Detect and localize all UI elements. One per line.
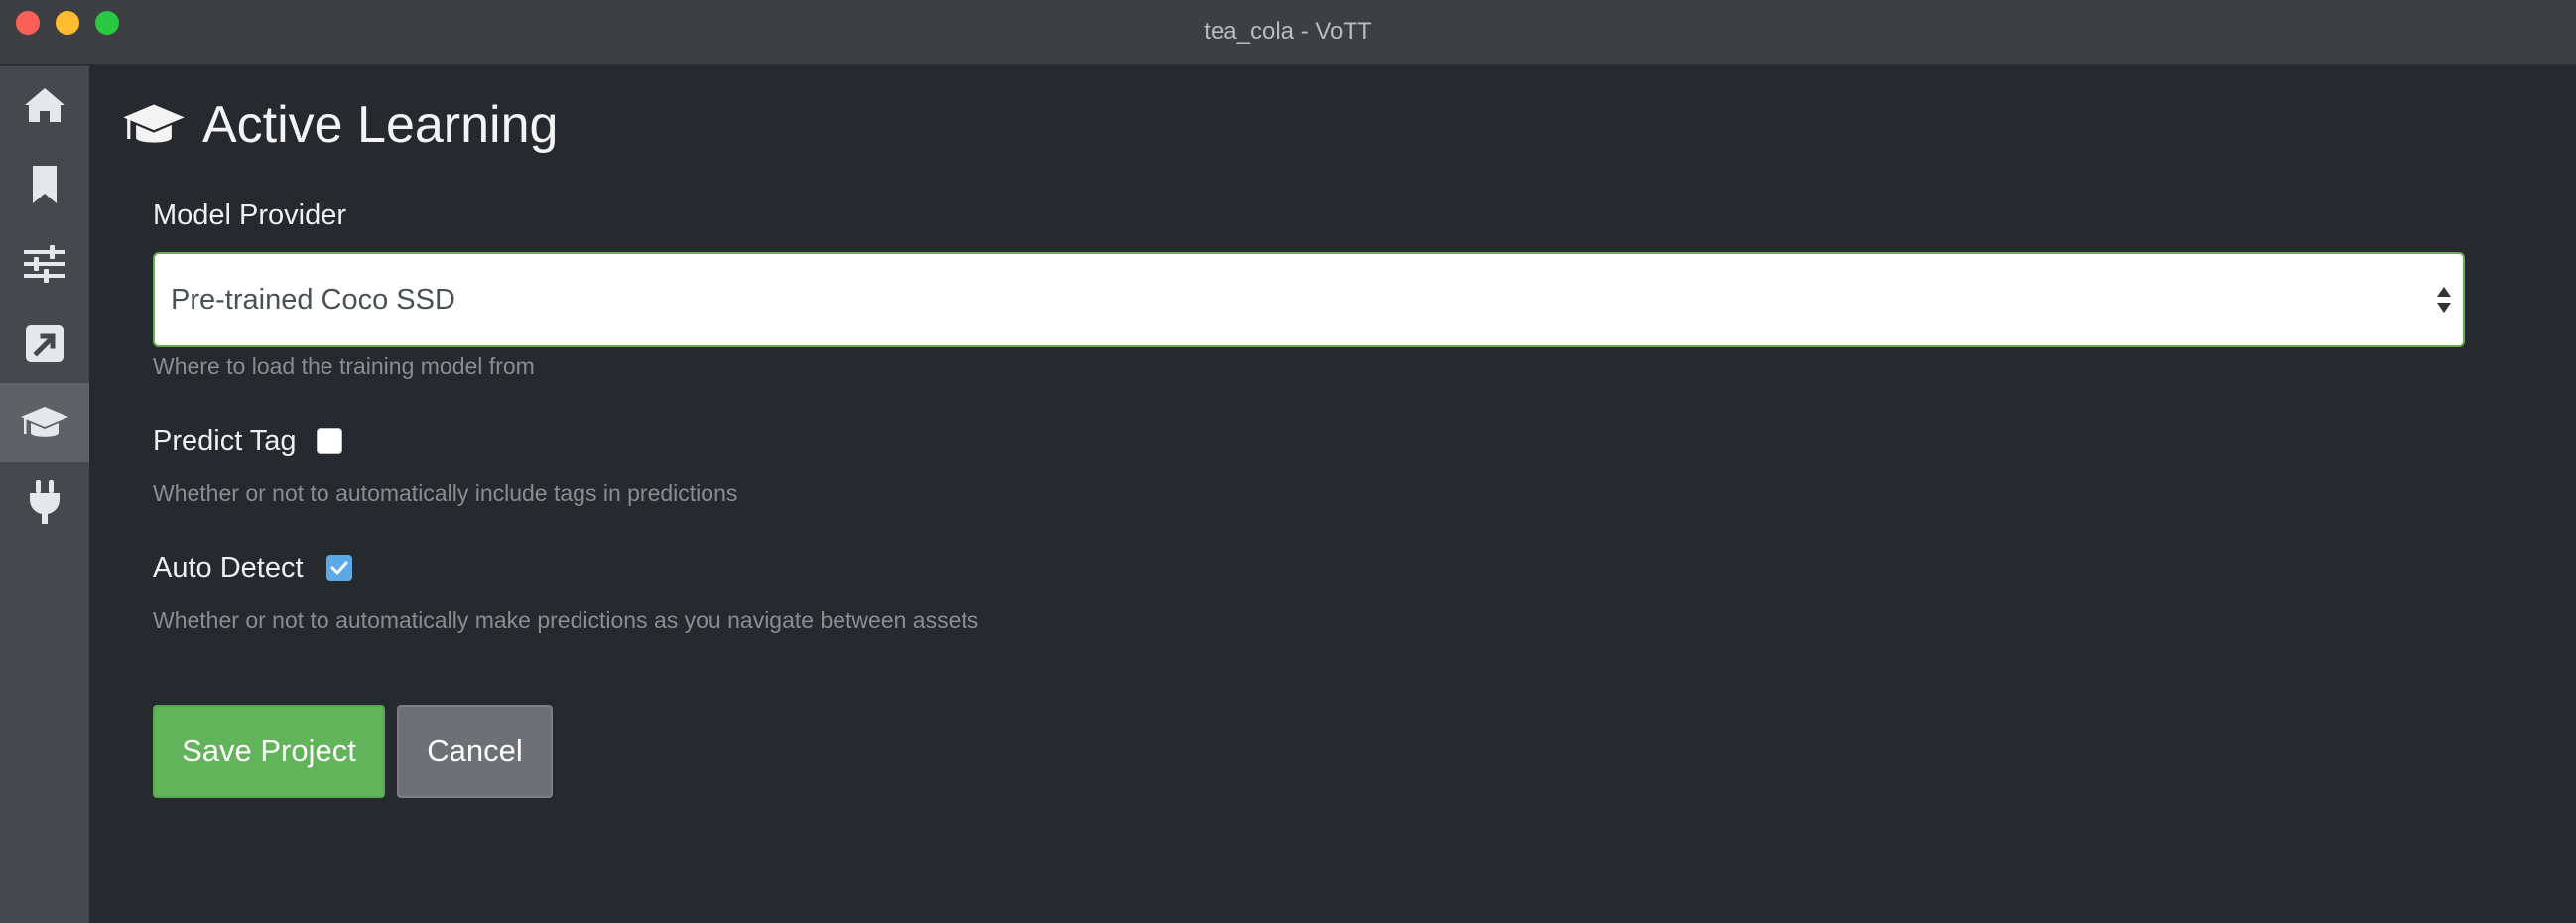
sidebar-item-home[interactable]: [0, 66, 89, 145]
model-provider-select[interactable]: Pre-trained Coco SSD: [153, 252, 2465, 347]
model-provider-value: Pre-trained Coco SSD: [171, 284, 455, 316]
sidebar: [0, 66, 89, 923]
cancel-button[interactable]: Cancel: [397, 705, 553, 798]
auto-detect-label: Auto Detect: [153, 552, 304, 584]
save-project-button[interactable]: Save Project: [153, 705, 385, 798]
sidebar-item-export[interactable]: [0, 304, 89, 383]
app-window: tea_cola - VoTT Active Learning Model Pr…: [0, 0, 2576, 923]
model-provider-help: Where to load the training model from: [153, 353, 535, 379]
page-title: Active Learning: [202, 96, 559, 154]
predict-tag-label: Predict Tag: [153, 425, 297, 457]
export-icon: [26, 325, 64, 362]
main-content: Active Learning Model Provider Pre-train…: [89, 66, 2576, 923]
sidebar-item-settings[interactable]: [0, 224, 89, 304]
checkmark-icon: [330, 561, 348, 575]
graduation-cap-icon: [21, 407, 68, 437]
sliders-icon: [24, 245, 65, 283]
sidebar-item-tags[interactable]: [0, 145, 89, 224]
title-bar: tea_cola - VoTT: [0, 0, 2576, 66]
predict-tag-checkbox[interactable]: [317, 428, 342, 454]
plug-icon: [30, 480, 60, 524]
window-title: tea_cola - VoTT: [1204, 18, 1372, 45]
predict-tag-help: Whether or not to automatically include …: [153, 480, 738, 506]
home-icon: [25, 88, 64, 122]
page-header: Active Learning: [121, 95, 558, 155]
bookmark-icon: [33, 166, 57, 203]
sidebar-item-active-learning[interactable]: [0, 383, 89, 462]
sidebar-item-connections[interactable]: [0, 462, 89, 542]
model-provider-label: Model Provider: [153, 199, 347, 231]
auto-detect-help: Whether or not to automatically make pre…: [153, 607, 979, 633]
select-arrows-icon: [2437, 287, 2451, 313]
auto-detect-checkbox[interactable]: [326, 555, 352, 581]
graduation-cap-icon: [123, 104, 185, 143]
